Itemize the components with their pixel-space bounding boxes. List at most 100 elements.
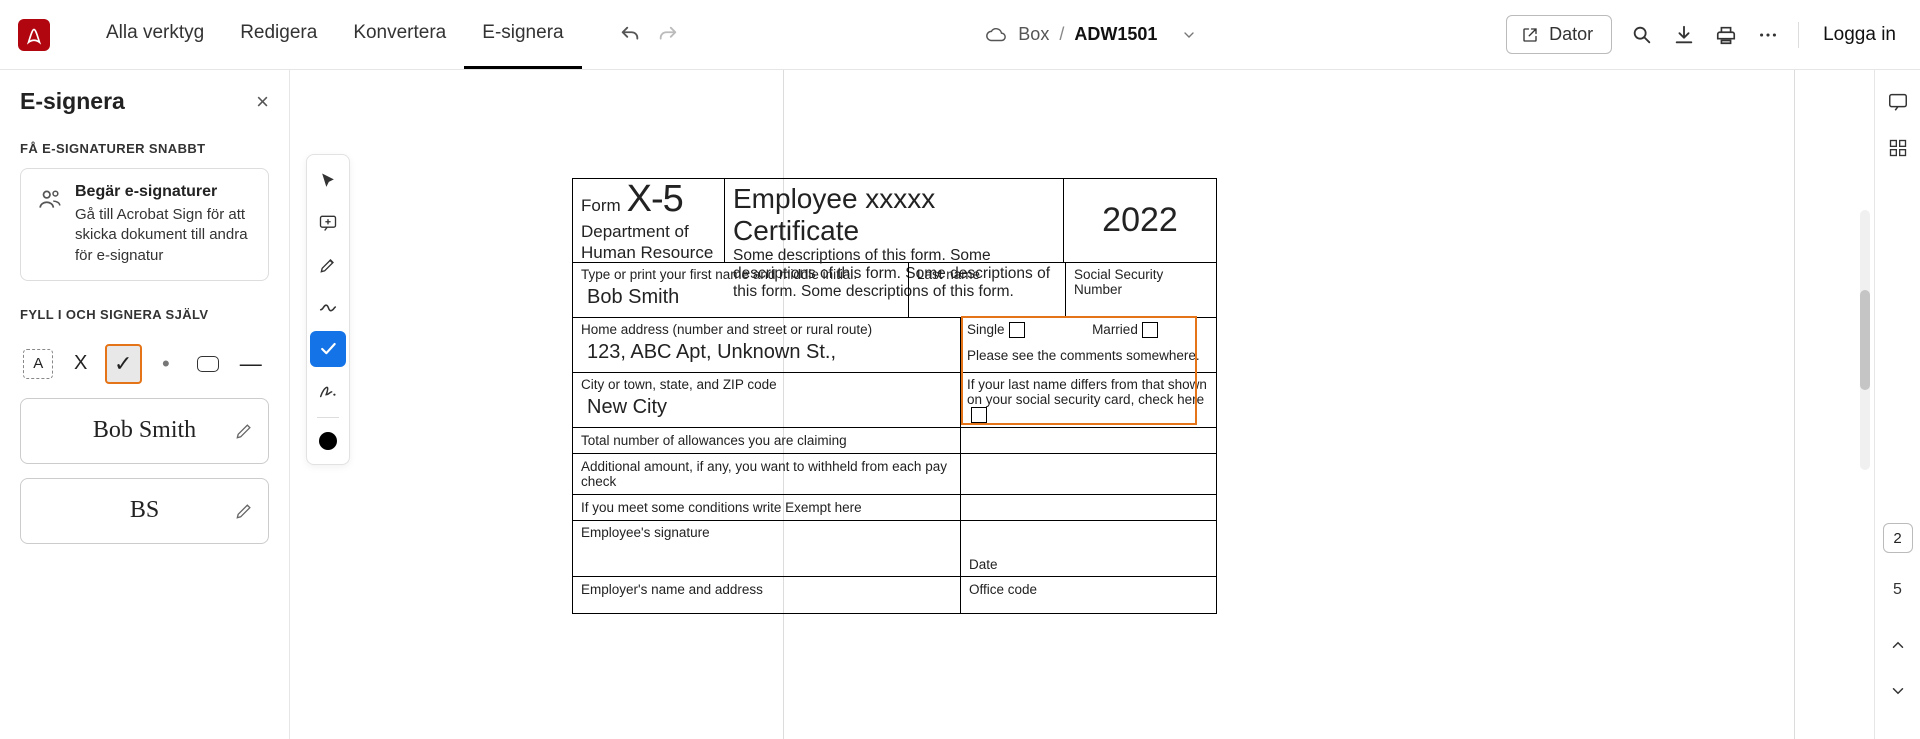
lastname-diff-checkbox[interactable]: [971, 407, 987, 423]
panels-grid-icon[interactable]: [1884, 134, 1912, 162]
additional-label: Additional amount, if any, you want to w…: [573, 454, 961, 494]
lastname-note: If your last name differs from that show…: [967, 377, 1207, 407]
fill-dot-tool[interactable]: •: [148, 344, 184, 384]
add-text-comment-icon[interactable]: [310, 205, 346, 241]
signature-box[interactable]: Bob Smith: [20, 398, 269, 464]
search-icon[interactable]: [1630, 23, 1654, 47]
right-rail: 2 5: [1874, 70, 1920, 739]
toolbar-separator: [317, 417, 339, 418]
acrobat-logo-icon: [18, 19, 50, 51]
section-self-sign: FYLL I OCH SIGNERA SJÄLV: [20, 307, 269, 322]
tab-edit[interactable]: Redigera: [222, 0, 335, 69]
breadcrumb: Box / ADW1501: [984, 23, 1201, 47]
fill-rect-tool[interactable]: [190, 344, 226, 384]
page-down-icon[interactable]: [1884, 677, 1912, 705]
fill-text-tool[interactable]: A: [20, 344, 56, 384]
breadcrumb-doc-name[interactable]: ADW1501: [1074, 24, 1157, 45]
text-a-icon: A: [23, 349, 53, 379]
pointer-tool-icon[interactable]: [310, 163, 346, 199]
tab-esign[interactable]: E-signera: [464, 0, 581, 69]
address-label: Home address (number and street or rural…: [581, 322, 952, 337]
ssn-label: Social Security Number: [1074, 267, 1208, 297]
rect-icon: [197, 356, 219, 372]
form-document: Form X-5 Department of Human Resource Em…: [572, 178, 1217, 614]
draw-freehand-icon[interactable]: [310, 289, 346, 325]
scrollbar-thumb[interactable]: [1860, 290, 1870, 390]
dator-label: Dator: [1549, 24, 1593, 45]
section-get-signatures: FÅ E-SIGNATURER SNABBT: [20, 141, 269, 156]
first-name-value[interactable]: Bob Smith: [581, 282, 900, 313]
single-checkbox[interactable]: [1009, 322, 1025, 338]
page-up-icon[interactable]: [1884, 631, 1912, 659]
emp-sig-label: Employee's signature: [573, 521, 961, 576]
request-signatures-card[interactable]: Begär e-signaturer Gå till Acrobat Sign …: [20, 168, 269, 281]
highlight-tool-icon[interactable]: [310, 247, 346, 283]
panel-header: E-signera ×: [20, 88, 269, 115]
tab-convert[interactable]: Konvertera: [335, 0, 464, 69]
city-cell: City or town, state, and ZIP code New Ci…: [573, 373, 961, 427]
page-current[interactable]: 2: [1883, 523, 1913, 553]
dept-line2: Human Resource: [581, 244, 716, 263]
tab-all-tools[interactable]: Alla verktyg: [88, 0, 222, 69]
fill-cross-tool[interactable]: X: [62, 344, 98, 384]
address-value[interactable]: 123, ABC Apt, Unknown St.,: [581, 337, 952, 368]
card-body: Begär e-signaturer Gå till Acrobat Sign …: [75, 183, 252, 266]
download-icon[interactable]: [1672, 23, 1696, 47]
breadcrumb-cloud-label[interactable]: Box: [1018, 24, 1049, 45]
allowances-value[interactable]: [961, 428, 1216, 453]
edit-signature-icon[interactable]: [234, 421, 254, 441]
fill-line-tool[interactable]: —: [233, 344, 269, 384]
right-tools: Dator Logga in: [1506, 15, 1902, 54]
date-label: Date: [961, 521, 1216, 576]
additional-value[interactable]: [961, 454, 1216, 494]
form-code: X-5: [627, 178, 683, 221]
exempt-label: If you meet some conditions write Exempt…: [573, 495, 961, 520]
color-swatch-icon[interactable]: [319, 432, 337, 450]
dept-line1: Department of: [581, 223, 716, 242]
office-label: Office code: [961, 577, 1216, 613]
first-name-label: Type or print your first name and middle…: [581, 267, 900, 282]
comments-panel-icon[interactable]: [1884, 88, 1912, 116]
sign-tool-icon[interactable]: [310, 373, 346, 409]
save-to-computer-button[interactable]: Dator: [1506, 15, 1612, 54]
marital-cell: Single Married Please see the comments s…: [961, 318, 1216, 372]
married-checkbox[interactable]: [1142, 322, 1158, 338]
page-total: 5: [1893, 581, 1902, 599]
redo-icon[interactable]: [656, 23, 680, 47]
form-title-cell: Employee xxxxx Certificate Some descript…: [725, 179, 1064, 262]
comments-note: Please see the comments somewhere.: [967, 348, 1210, 363]
form-code-cell: Form X-5 Department of Human Resource: [573, 179, 725, 262]
signature-preview: Bob Smith: [93, 417, 196, 444]
last-name-cell: Last name: [909, 263, 1066, 317]
form-word: Form: [581, 196, 621, 216]
fill-check-tool[interactable]: ✓: [105, 344, 142, 384]
main-tabs: Alla verktyg Redigera Konvertera E-signe…: [88, 0, 582, 69]
initials-preview: BS: [130, 497, 159, 524]
top-toolbar: Alla verktyg Redigera Konvertera E-signe…: [0, 0, 1920, 70]
undo-icon[interactable]: [618, 23, 642, 47]
panel-title: E-signera: [20, 88, 125, 115]
city-value[interactable]: New City: [581, 392, 952, 423]
print-icon[interactable]: [1714, 23, 1738, 47]
login-button[interactable]: Logga in: [1817, 24, 1902, 46]
main-area: E-signera × FÅ E-SIGNATURER SNABBT Begär…: [0, 70, 1920, 739]
more-icon[interactable]: [1756, 23, 1780, 47]
esign-panel: E-signera × FÅ E-SIGNATURER SNABBT Begär…: [0, 70, 290, 739]
chevron-down-icon[interactable]: [1177, 23, 1201, 47]
document-canvas[interactable]: Form X-5 Department of Human Resource Em…: [290, 70, 1874, 739]
close-icon[interactable]: ×: [256, 89, 269, 115]
married-label: Married: [1092, 322, 1138, 337]
marital-row: Single Married: [967, 322, 1210, 338]
people-icon: [37, 186, 63, 212]
initials-box[interactable]: BS: [20, 478, 269, 544]
single-label: Single: [967, 322, 1005, 337]
card-title: Begär e-signaturer: [75, 183, 252, 201]
exempt-value[interactable]: [961, 495, 1216, 520]
form-year-cell: 2022: [1064, 179, 1216, 262]
address-cell: Home address (number and street or rural…: [573, 318, 961, 372]
edit-initials-icon[interactable]: [234, 501, 254, 521]
form-title: Employee xxxxx Certificate: [733, 183, 1055, 247]
first-name-cell: Type or print your first name and middle…: [573, 263, 909, 317]
checkmark-tool-icon[interactable]: [310, 331, 346, 367]
vertical-scrollbar[interactable]: [1860, 210, 1870, 470]
